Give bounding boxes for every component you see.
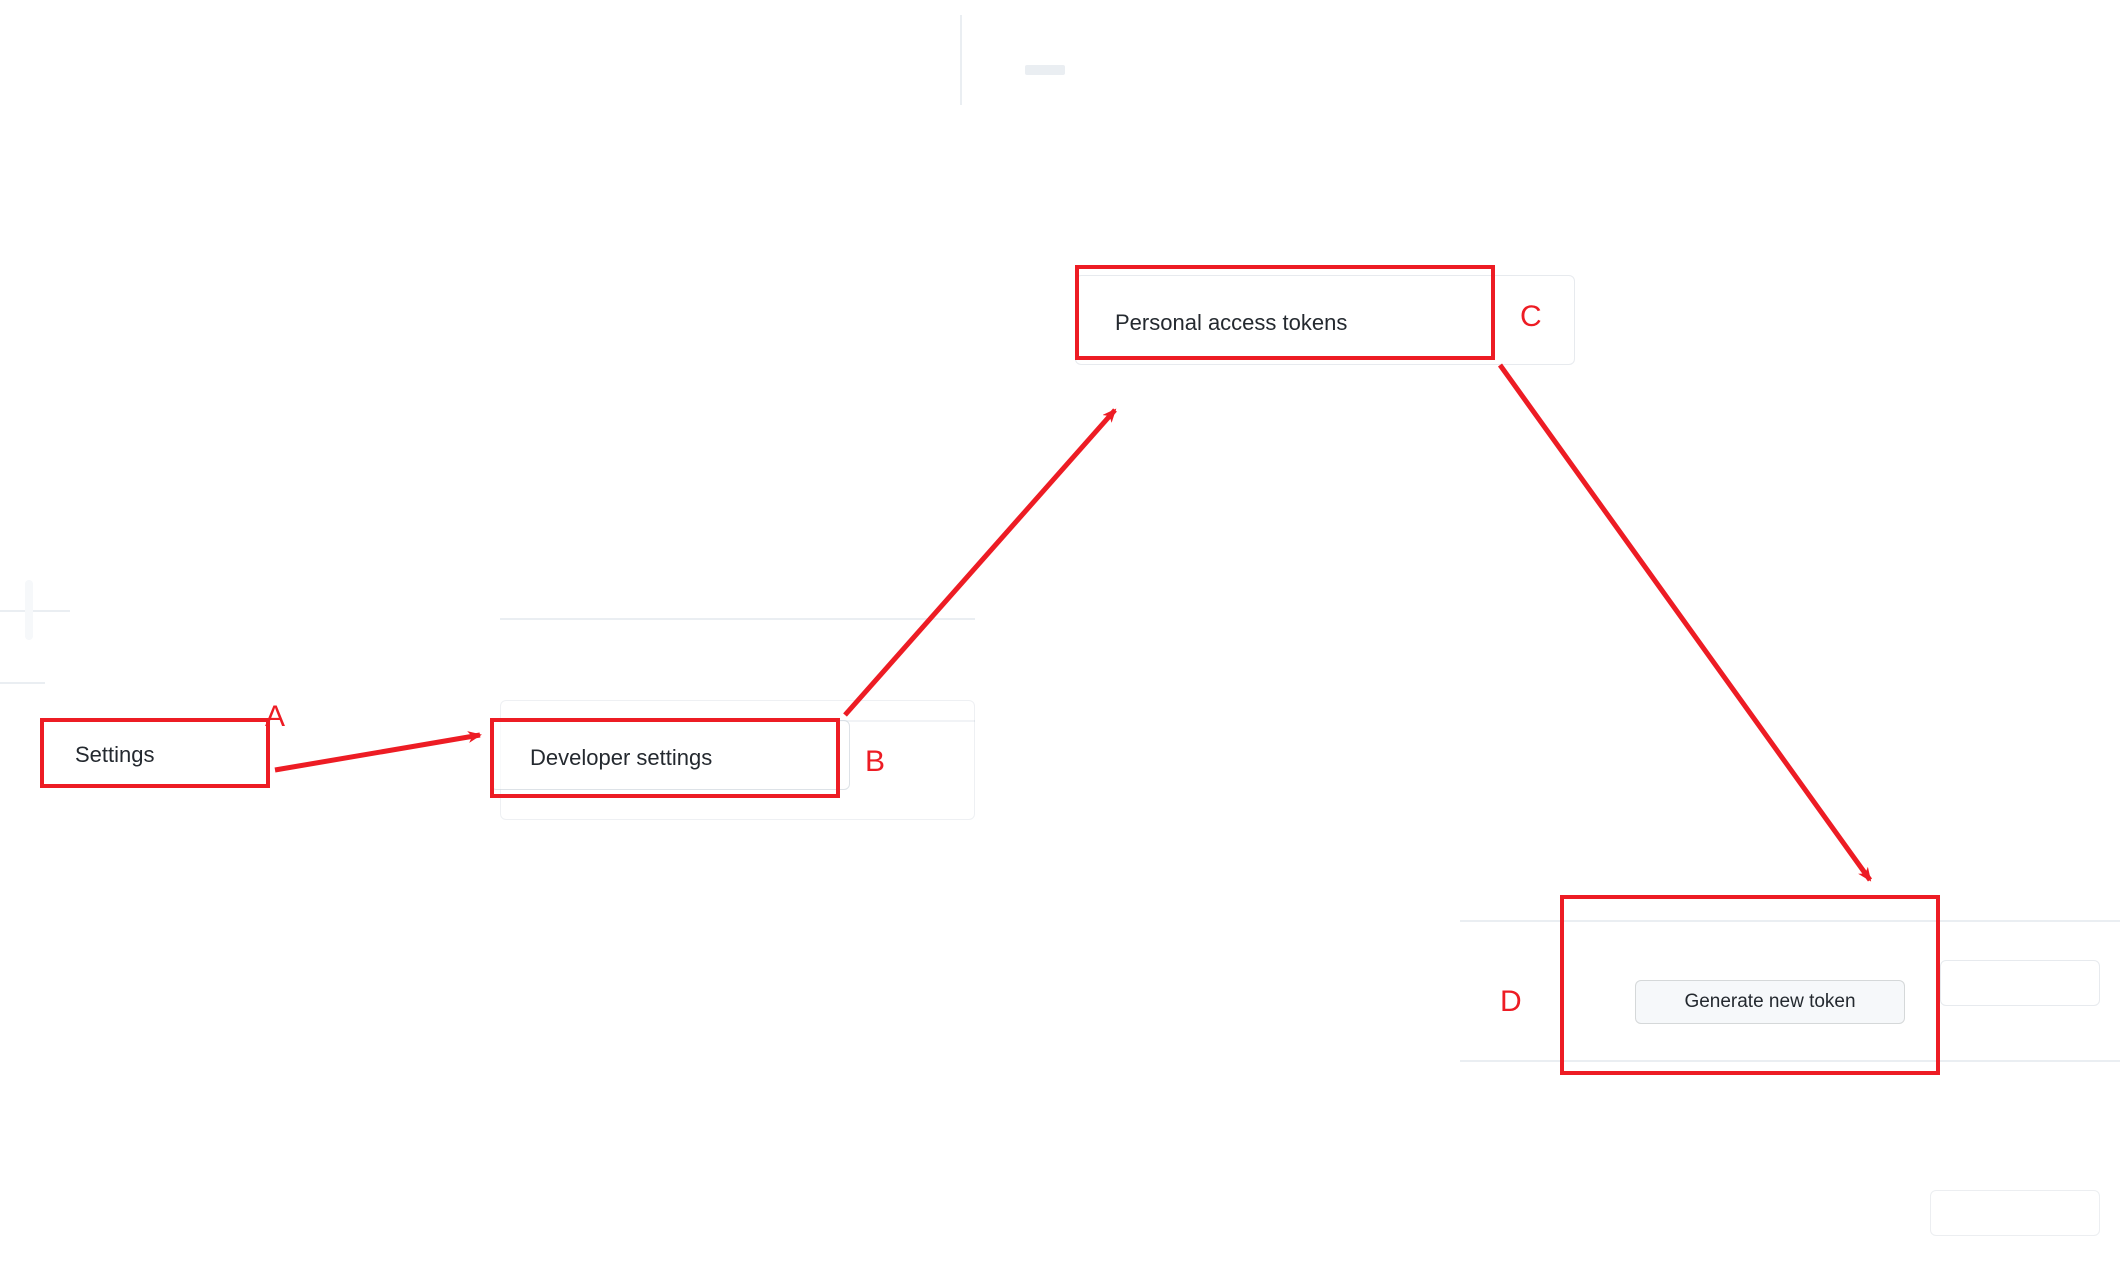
personal-access-tokens-label: Personal access tokens [1115, 310, 1347, 336]
bg-fragment [1025, 65, 1065, 75]
settings-menu-item[interactable]: Settings [55, 730, 265, 780]
developer-settings-label: Developer settings [530, 745, 712, 771]
bg-fragment [1460, 1060, 2120, 1062]
bg-fragment [1940, 960, 2100, 1006]
bg-fragment [960, 15, 962, 105]
arrow-a-to-b [275, 735, 480, 770]
arrow-layer [0, 0, 2122, 1287]
developer-settings-menu-item[interactable]: Developer settings [510, 730, 840, 785]
bg-fragment [1930, 1190, 2100, 1236]
bg-fragment [0, 682, 45, 684]
annotation-label-b: B [865, 745, 885, 779]
arrow-c-to-d [1500, 365, 1870, 880]
generate-new-token-label: Generate new token [1684, 991, 1855, 1013]
arrow-b-to-c [845, 410, 1115, 715]
generate-new-token-button[interactable]: Generate new token [1635, 980, 1905, 1024]
bg-fragment [500, 618, 975, 620]
bg-fragment [1460, 920, 2120, 922]
settings-label: Settings [75, 742, 155, 768]
annotation-label-d: D [1500, 985, 1522, 1019]
bg-fragment [0, 610, 70, 612]
annotation-label-a: A [265, 700, 285, 734]
bg-fragment [25, 580, 33, 640]
annotation-label-c: C [1520, 300, 1542, 334]
personal-access-tokens-nav[interactable]: Personal access tokens [1095, 290, 1495, 355]
